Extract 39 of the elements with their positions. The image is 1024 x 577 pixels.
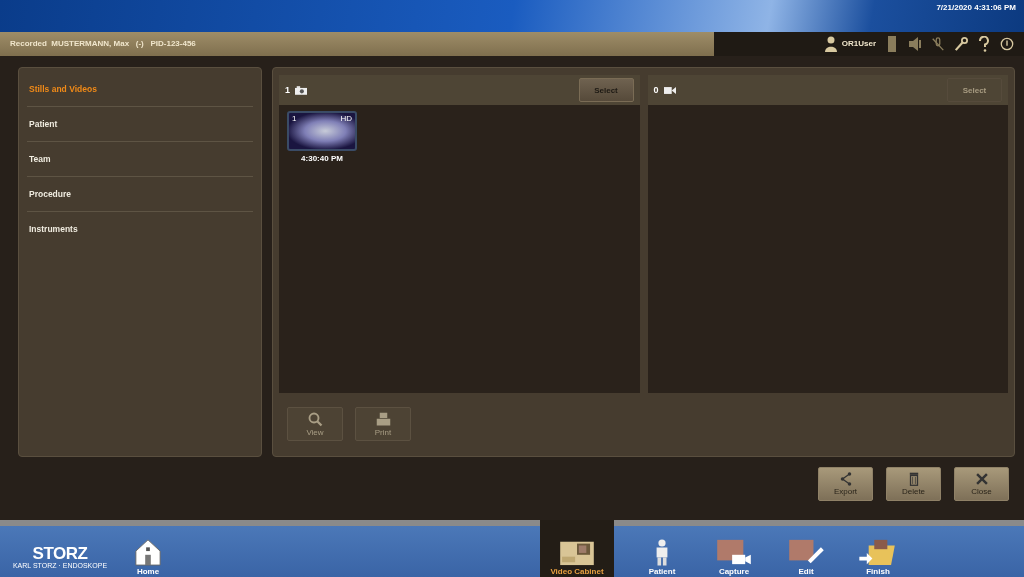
video-camera-icon	[663, 85, 676, 95]
speaker-icon[interactable]	[908, 35, 922, 52]
delete-button[interactable]: Delete	[886, 467, 941, 501]
sidebar-item[interactable]: Instruments	[27, 212, 253, 246]
sidebar-item[interactable]: Patient	[27, 107, 253, 142]
info-icon[interactable]	[1000, 35, 1014, 52]
house-icon	[134, 538, 162, 566]
nav-tab[interactable]: Home	[110, 527, 186, 577]
quality-label: HD	[340, 114, 352, 123]
nav-tab[interactable]: Edit	[772, 527, 840, 577]
nav-tab[interactable]: Video Cabinet	[540, 520, 614, 577]
sidebar-item[interactable]: Team	[27, 142, 253, 177]
date-time: 7/21/2020 4:31:06 PM	[936, 3, 1016, 12]
close-icon	[974, 472, 989, 486]
folder-icon	[859, 538, 897, 566]
printer-icon	[375, 411, 391, 427]
item-count: 0	[653, 85, 659, 95]
item-count: 1	[285, 85, 290, 95]
magnifier-icon	[307, 411, 323, 427]
patient-status-bar: Recorded MUSTERMANN, Max (-) PID-123-456	[0, 31, 714, 56]
user-name: OR1User	[841, 39, 876, 49]
image-edit-icon	[787, 538, 825, 566]
nav-tab[interactable]: Patient	[628, 527, 696, 577]
capture-time: 4:30:40 PM	[301, 154, 343, 163]
nav-tab[interactable]: Capture	[700, 527, 768, 577]
user-icon	[823, 35, 838, 52]
wrench-icon[interactable]	[954, 35, 968, 52]
video-capture-icon	[715, 538, 753, 566]
sidebar-item[interactable]: Procedure	[27, 177, 253, 212]
microphone-muted-icon[interactable]	[931, 35, 945, 52]
nav-tab[interactable]: Finish	[844, 527, 912, 577]
export-button[interactable]: Export	[818, 467, 873, 501]
help-icon[interactable]	[977, 35, 991, 52]
camera-icon	[295, 85, 307, 95]
image-number: 1	[292, 114, 297, 123]
close-button[interactable]: Close	[954, 467, 1009, 501]
sidebar-item[interactable]: Stills and Videos	[27, 72, 253, 107]
share-icon	[838, 472, 853, 486]
image-thumbnail[interactable]: 1 HD	[287, 111, 357, 151]
